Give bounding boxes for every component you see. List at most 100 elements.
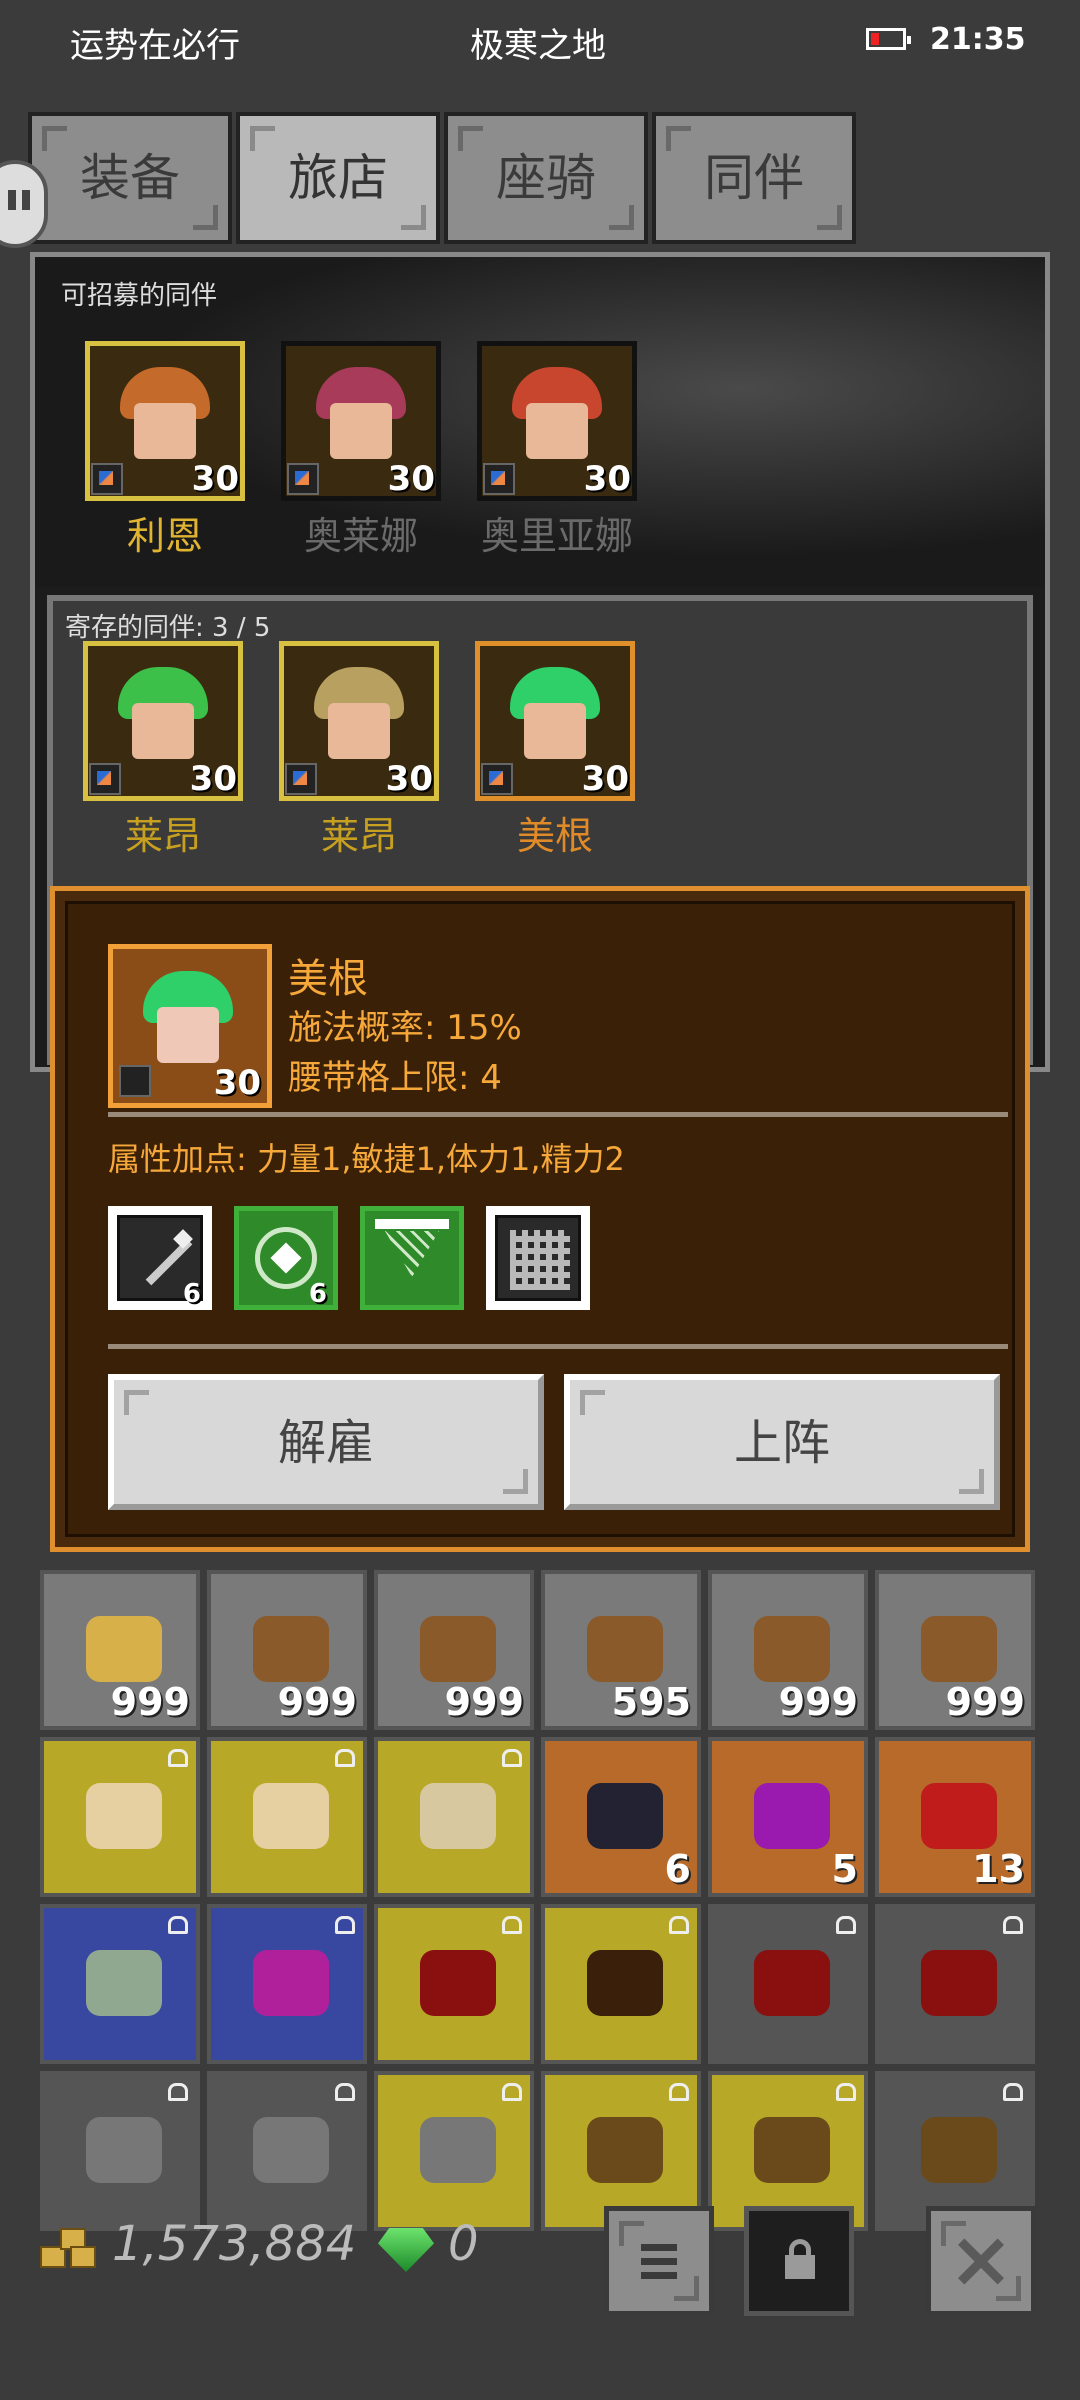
web-skill-icon[interactable] xyxy=(360,1206,464,1310)
attribute-points: 属性加点: 力量1,敏捷1,体力1,精力2 xyxy=(108,1140,625,1178)
inventory-cell[interactable] xyxy=(875,1904,1035,2064)
deploy-button[interactable]: 上阵 xyxy=(564,1374,1000,1510)
chain-icon xyxy=(420,2117,496,2183)
item-quantity: 999 xyxy=(778,1680,858,1724)
bow-icon xyxy=(754,2117,830,2183)
portrait-level: 30 xyxy=(213,1063,261,1103)
inventory-cell[interactable] xyxy=(207,1737,367,1897)
tab-inn[interactable]: 旅店 xyxy=(236,112,440,244)
companion-slot[interactable]: 30 xyxy=(475,641,635,801)
inventory-cell[interactable] xyxy=(374,1737,534,1897)
lock-icon xyxy=(502,1749,522,1767)
runes-skill-icon[interactable] xyxy=(486,1206,590,1310)
companion-slot[interactable]: 30 xyxy=(83,641,243,801)
inventory-cell[interactable]: 999 xyxy=(374,1570,534,1730)
companion-level: 30 xyxy=(583,459,631,499)
companion-level: 30 xyxy=(387,459,435,499)
lock-icon xyxy=(1003,1916,1023,1934)
tab-companion[interactable]: 同伴 xyxy=(652,112,856,244)
companion-portrait: 30 xyxy=(108,944,272,1108)
burst-skill-icon[interactable]: 6 xyxy=(234,1206,338,1310)
inventory-cell[interactable]: 999 xyxy=(40,1570,200,1730)
cast-rate: 施法概率: 15% xyxy=(288,1008,522,1048)
copper-ore-icon xyxy=(420,1616,496,1682)
grid-icon xyxy=(641,2243,677,2279)
companion-slot[interactable]: 30 xyxy=(279,641,439,801)
companion-level: 30 xyxy=(581,759,629,799)
amulet-icon xyxy=(253,1950,329,2016)
class-badge-icon xyxy=(89,763,121,795)
divider xyxy=(108,1112,1008,1117)
lock-icon xyxy=(669,1916,689,1934)
companion-slot[interactable]: 30 xyxy=(85,341,245,501)
copper-ore-icon xyxy=(587,1616,663,1682)
side-drawer-handle[interactable] xyxy=(0,160,48,248)
companion-name: 美根 xyxy=(288,956,368,1002)
lock-icon xyxy=(502,2083,522,2101)
inventory-cell[interactable]: 595 xyxy=(541,1570,701,1730)
inventory-cell[interactable] xyxy=(541,1904,701,2064)
lock-icon xyxy=(502,1916,522,1934)
skull-armor-icon xyxy=(420,1783,496,1849)
tab-mount[interactable]: 座骑 xyxy=(444,112,648,244)
inventory-cell[interactable]: 6 xyxy=(541,1737,701,1897)
chain-icon xyxy=(86,2117,162,2183)
inventory-cell[interactable]: 13 xyxy=(875,1737,1035,1897)
inventory-cell[interactable] xyxy=(40,1737,200,1897)
inventory-cell[interactable] xyxy=(374,1904,534,2064)
copper-ore-icon xyxy=(754,1616,830,1682)
item-quantity: 999 xyxy=(110,1680,190,1724)
tab-equipment[interactable]: 装备 xyxy=(28,112,232,244)
scroll-map-icon xyxy=(86,1950,162,2016)
lock-icon xyxy=(168,1916,188,1934)
companion-level: 30 xyxy=(189,759,237,799)
lock-icon xyxy=(335,1916,355,1934)
lock-button[interactable] xyxy=(744,2206,854,2316)
companion-detail-dialog: 30 美根 施法概率: 15% 腰带格上限: 4 属性加点: 力量1,敏捷1,体… xyxy=(50,886,1030,1552)
inventory-cell[interactable] xyxy=(40,1904,200,2064)
inventory-cell[interactable]: 5 xyxy=(708,1737,868,1897)
status-bar: 运势在必行 极寒之地 21:35 xyxy=(0,0,1080,90)
companion-name: 美根 xyxy=(516,814,593,858)
companion-name: 莱昂 xyxy=(320,814,397,858)
lock-icon xyxy=(669,2083,689,2101)
bow-icon xyxy=(587,2117,663,2183)
companion-level: 30 xyxy=(191,459,239,499)
bow-icon xyxy=(921,2117,997,2183)
lock-icon xyxy=(335,1749,355,1767)
gold-amount: 1,573,884 xyxy=(112,2216,357,2272)
item-quantity: 5 xyxy=(831,1847,858,1891)
class-badge-icon xyxy=(483,463,515,495)
inventory-cell[interactable] xyxy=(207,1904,367,2064)
inventory-cell[interactable] xyxy=(708,1904,868,2064)
red-armor-icon xyxy=(921,1950,997,2016)
grid-view-button[interactable] xyxy=(604,2206,714,2316)
divider xyxy=(108,1344,1008,1349)
item-quantity: 999 xyxy=(945,1680,1025,1724)
lock-icon xyxy=(1003,2083,1023,2101)
inventory-cell[interactable]: 999 xyxy=(875,1570,1035,1730)
lock-icon xyxy=(168,2083,188,2101)
companion-slot[interactable]: 30 xyxy=(281,341,441,501)
red-gem-icon xyxy=(921,1783,997,1849)
dismiss-button[interactable]: 解雇 xyxy=(108,1374,544,1510)
close-button[interactable] xyxy=(926,2206,1036,2316)
inventory-cell[interactable]: 999 xyxy=(207,1570,367,1730)
class-badge-icon xyxy=(91,463,123,495)
stored-title: 寄存的同伴: 3 / 5 xyxy=(65,613,271,643)
companion-slot[interactable]: 30 xyxy=(477,341,637,501)
skill-count: 6 xyxy=(182,1279,201,1309)
location-title: 极寒之地 xyxy=(470,26,606,66)
lock-icon xyxy=(168,1749,188,1767)
battery-icon xyxy=(866,28,911,50)
crossed-swords-icon xyxy=(253,1783,329,1849)
footer-bar: 1,573,884 0 xyxy=(0,2180,1080,2400)
item-quantity: 13 xyxy=(972,1847,1025,1891)
staff-skill-icon[interactable]: 6 xyxy=(108,1206,212,1310)
black-gem-icon xyxy=(587,1783,663,1849)
inventory-cell[interactable]: 999 xyxy=(708,1570,868,1730)
copper-ore-icon xyxy=(253,1616,329,1682)
chain-icon xyxy=(253,2117,329,2183)
companion-name: 利恩 xyxy=(126,514,203,558)
companion-level: 30 xyxy=(385,759,433,799)
